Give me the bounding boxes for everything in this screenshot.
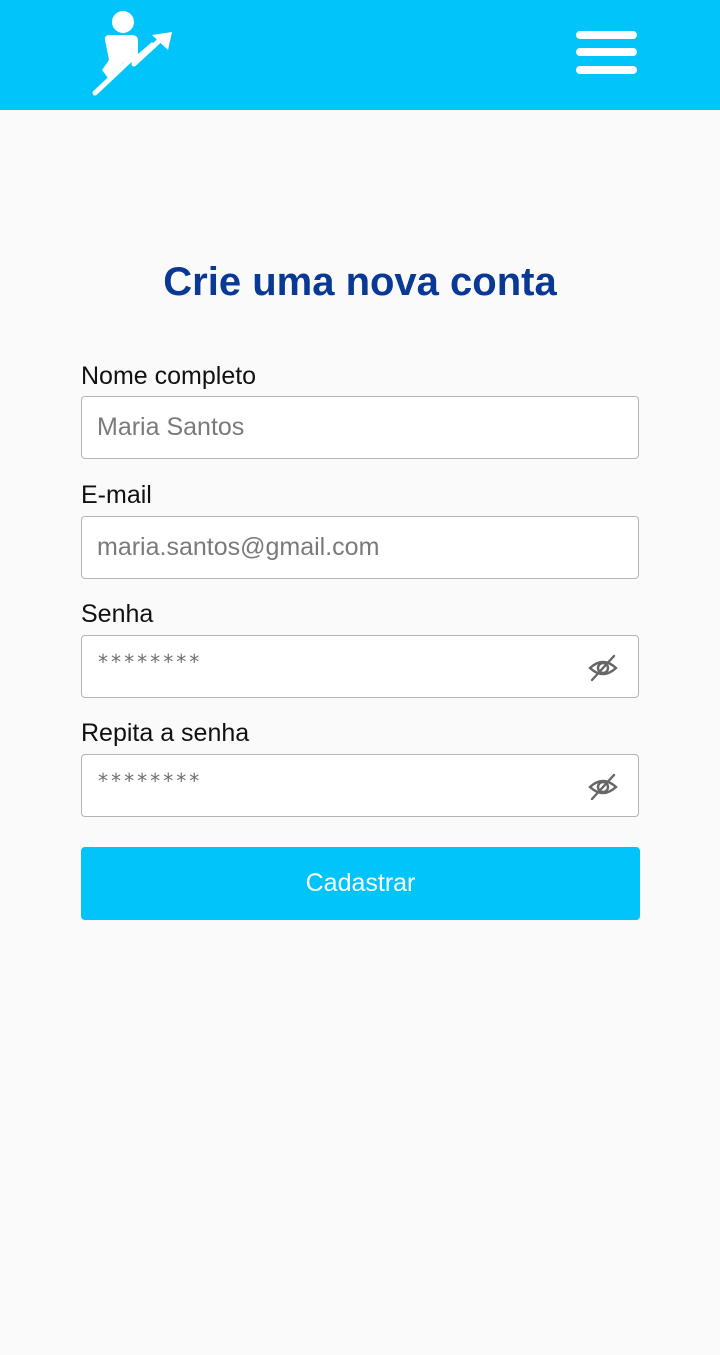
confirm-password-label: Repita a senha [81, 719, 250, 747]
full-name-field [81, 396, 639, 459]
menu-bar [576, 31, 637, 39]
menu-bar [576, 48, 637, 56]
menu-bar [576, 66, 637, 74]
email-input[interactable] [82, 517, 638, 578]
confirm-password-masked-value: ******** [97, 769, 202, 793]
email-field [81, 516, 639, 579]
eye-slash-icon[interactable] [588, 653, 618, 683]
submit-button[interactable]: Cadastrar [81, 847, 640, 920]
confirm-password-field[interactable]: ******** [81, 754, 639, 817]
page-title: Crie uma nova conta [163, 260, 557, 304]
logo-icon[interactable] [88, 8, 178, 98]
password-label: Senha [81, 600, 154, 628]
email-label: E-mail [81, 481, 152, 509]
password-masked-value: ******** [97, 650, 202, 674]
full-name-label: Nome completo [81, 362, 257, 390]
hamburger-menu-icon[interactable] [572, 28, 640, 78]
password-field[interactable]: ******** [81, 635, 639, 698]
eye-slash-icon[interactable] [588, 772, 618, 802]
full-name-input[interactable] [82, 397, 638, 458]
app-header [0, 0, 720, 110]
